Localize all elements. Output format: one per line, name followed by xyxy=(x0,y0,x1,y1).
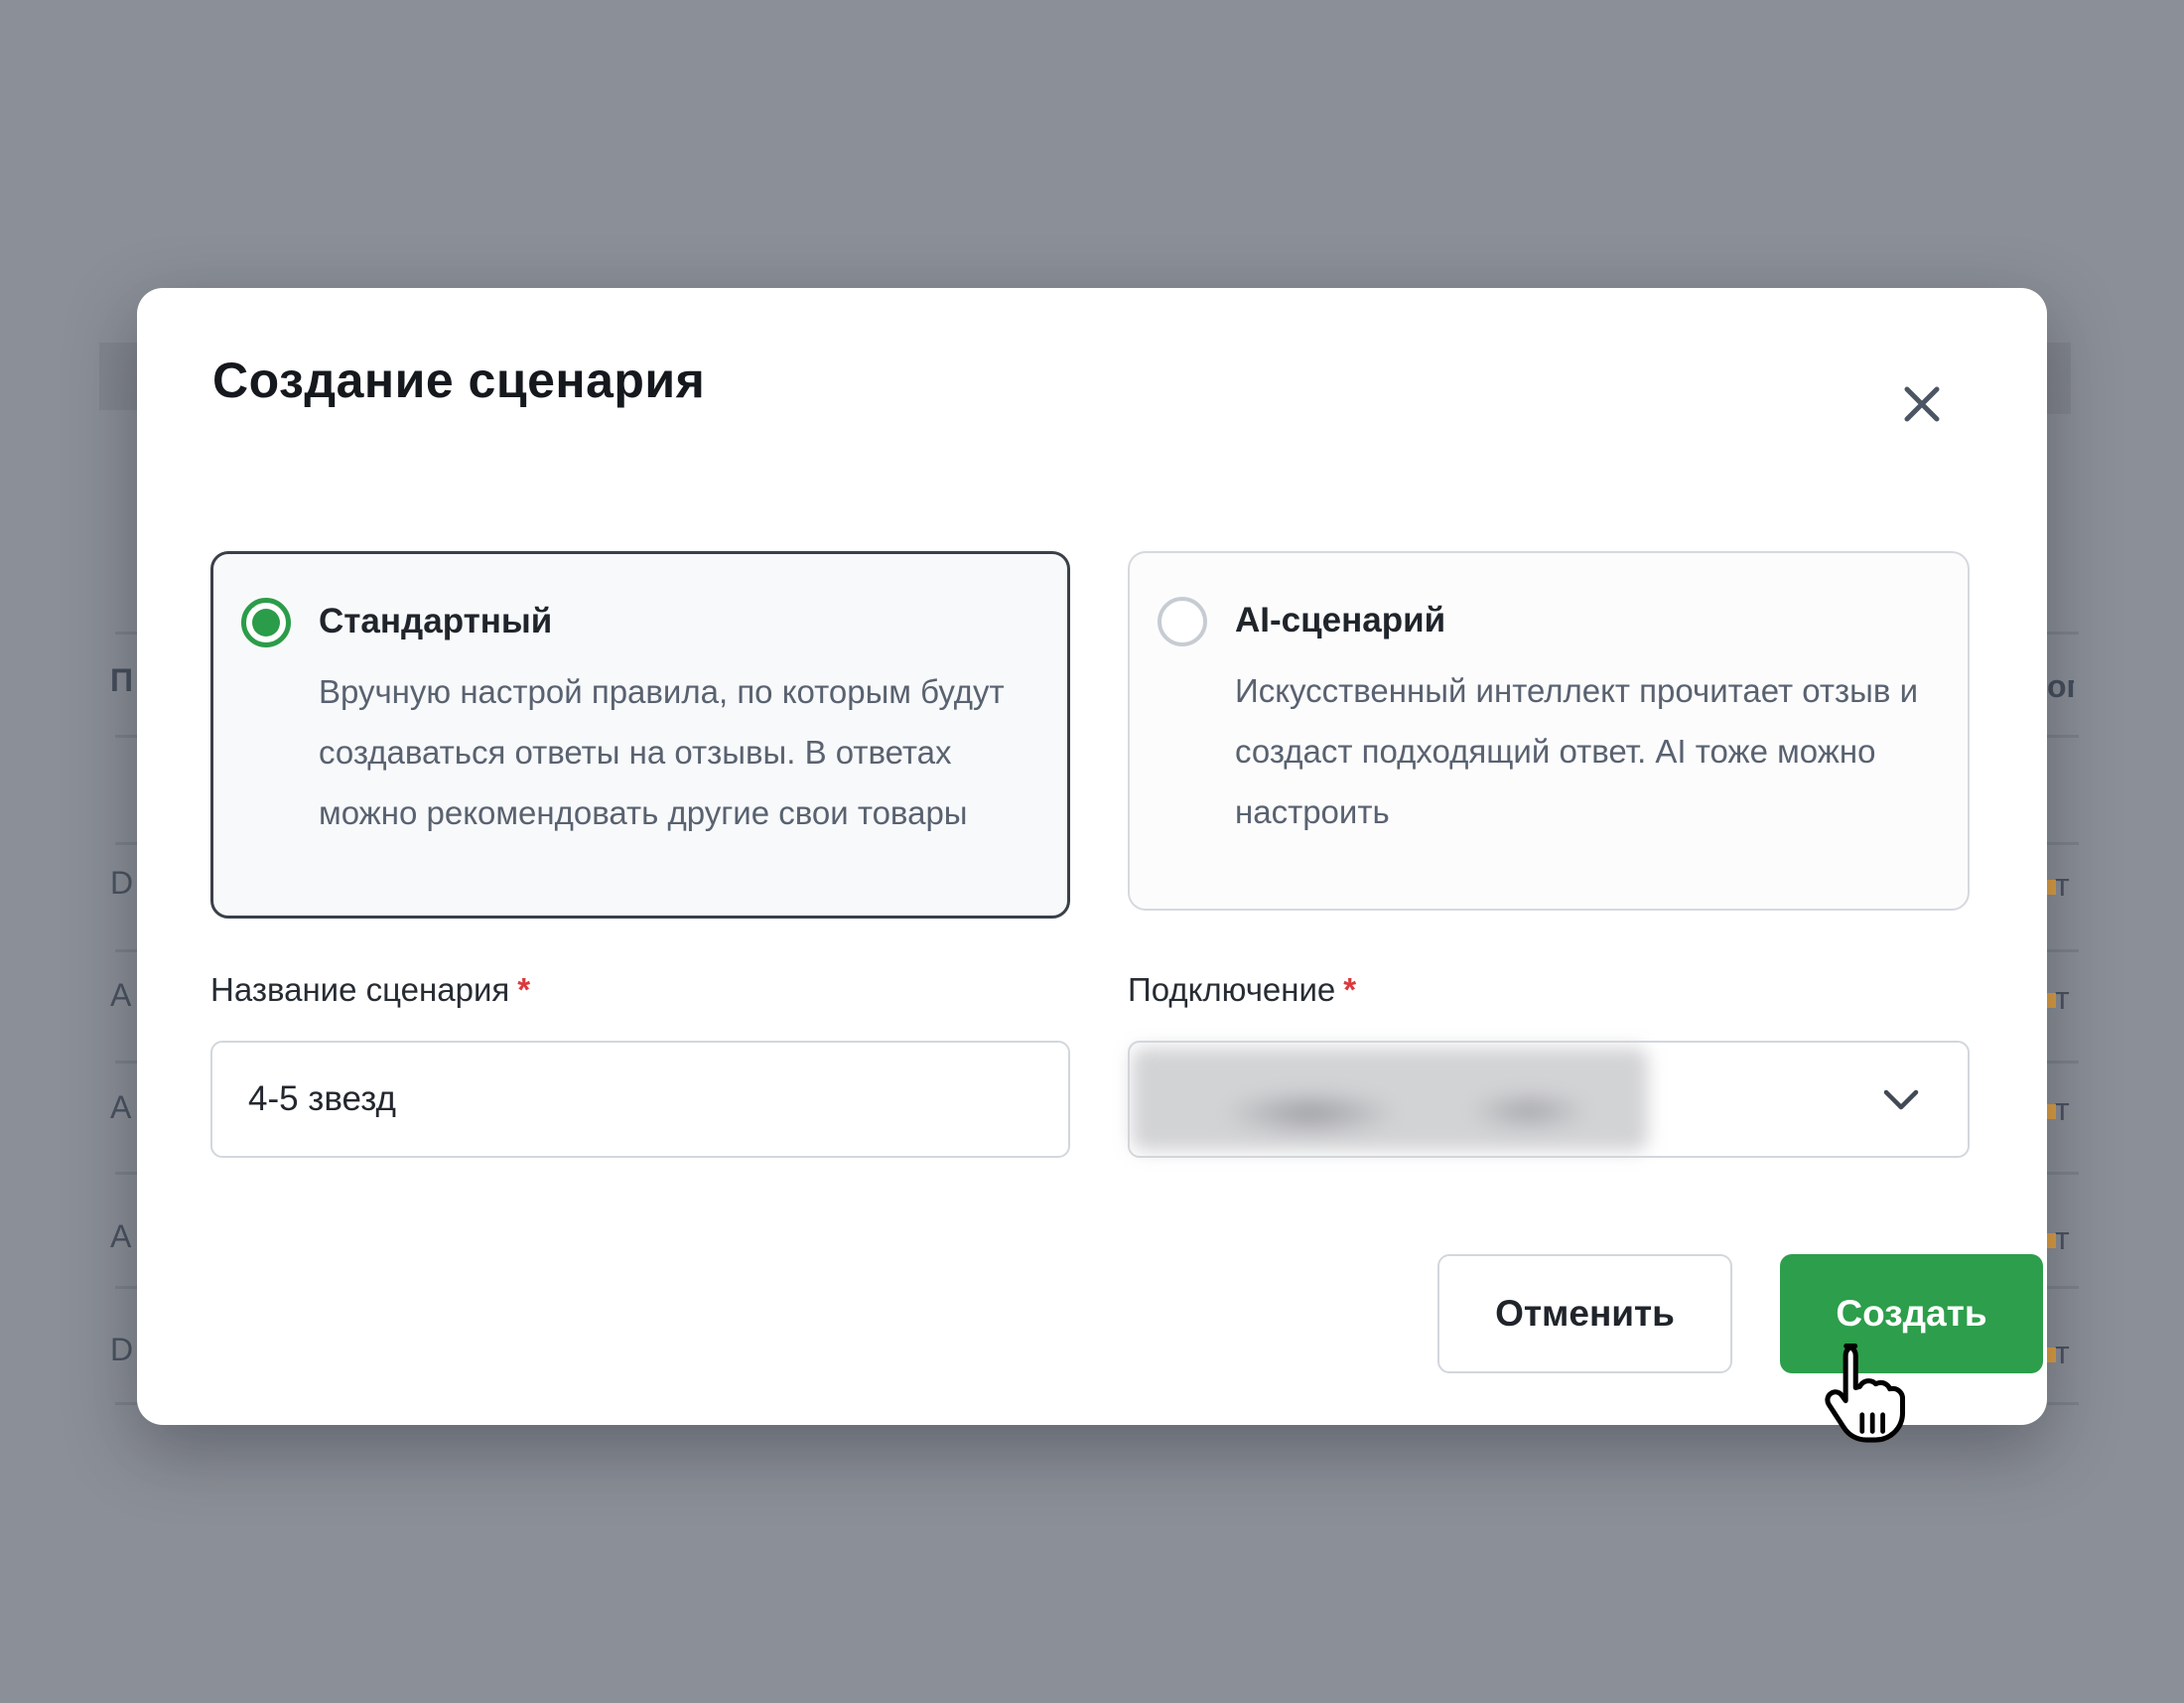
create-scenario-modal: Создание сценария Стандартный Вручную на… xyxy=(137,288,2047,1425)
blurred-connection-value xyxy=(1132,1048,1648,1151)
table-row-divider xyxy=(115,1061,137,1064)
background-table-text: т xyxy=(2055,981,2082,1015)
table-row-divider xyxy=(115,632,137,635)
table-row-divider xyxy=(2047,1402,2079,1405)
scenario-type-title: Стандартный xyxy=(319,602,1033,641)
table-row-divider xyxy=(2047,1286,2079,1289)
background-table-icon-fragment xyxy=(2047,1233,2056,1248)
background-table-text: D xyxy=(110,1333,137,1366)
table-row-divider xyxy=(2047,735,2079,738)
table-row-divider xyxy=(2047,1172,2079,1175)
close-icon xyxy=(1901,383,1943,428)
cancel-button[interactable]: Отменить xyxy=(1437,1254,1732,1373)
background-toolbar-fragment xyxy=(99,343,137,410)
table-row-divider xyxy=(115,1286,137,1289)
background-table-icon-fragment xyxy=(2047,993,2056,1008)
table-row-divider xyxy=(115,842,137,845)
background-table-icon-fragment xyxy=(2047,1348,2056,1362)
background-table-text: т xyxy=(2055,868,2082,902)
table-row-divider xyxy=(2047,949,2079,952)
table-row-divider xyxy=(2047,632,2079,635)
background-table-text: A xyxy=(110,1219,137,1253)
scenario-type-title: AI-сценарий xyxy=(1235,601,1934,640)
table-row-divider xyxy=(115,949,137,952)
scenario-name-label: Название сценария* xyxy=(210,971,530,1009)
scenario-type-card-standard[interactable]: Стандартный Вручную настрой правила, по … xyxy=(210,551,1070,919)
background-table-text: A xyxy=(110,1090,137,1124)
modal-footer: Отменить Создать xyxy=(137,1254,2043,1373)
background-table-icon-fragment xyxy=(2047,1104,2056,1119)
required-asterisk: * xyxy=(517,971,530,1008)
connection-select[interactable] xyxy=(1128,1041,1970,1158)
scenario-type-options: Стандартный Вручную настрой правила, по … xyxy=(210,551,1970,919)
scenario-name-input[interactable] xyxy=(210,1041,1070,1158)
scenario-type-description: Искусственный интеллект прочитает отзыв … xyxy=(1235,660,1934,842)
screen: П D A A A D ог т т т т т Создание сценар… xyxy=(0,0,2184,1703)
background-table-text: т xyxy=(2055,1221,2082,1255)
create-button[interactable]: Создать xyxy=(1780,1254,2043,1373)
connection-label: Подключение* xyxy=(1128,971,1356,1009)
scenario-type-card-ai[interactable]: AI-сценарий Искусственный интеллект проч… xyxy=(1128,551,1970,911)
background-table-text: т xyxy=(2055,1336,2082,1369)
modal-title: Создание сценария xyxy=(212,352,705,409)
table-row-divider xyxy=(2047,1061,2079,1064)
background-table-icon-fragment xyxy=(2047,880,2056,895)
scenario-type-description: Вручную настрой правила, по которым буду… xyxy=(319,661,1033,843)
table-row-divider xyxy=(115,1402,137,1405)
close-button[interactable] xyxy=(1896,379,1948,431)
radio-selected-icon[interactable] xyxy=(241,598,291,647)
table-row-divider xyxy=(2047,842,2079,845)
background-table-text: A xyxy=(110,978,137,1012)
background-toolbar-fragment xyxy=(2047,343,2071,414)
required-asterisk: * xyxy=(1343,971,1356,1008)
background-table-text: П xyxy=(110,663,137,697)
chevron-down-icon xyxy=(1882,1088,1920,1117)
background-table-text: т xyxy=(2055,1092,2082,1126)
table-row-divider xyxy=(115,735,137,738)
background-table-text: ог xyxy=(2047,669,2074,703)
table-row-divider xyxy=(115,1172,137,1175)
radio-unselected-icon[interactable] xyxy=(1158,597,1207,646)
background-table-text: D xyxy=(110,866,137,900)
